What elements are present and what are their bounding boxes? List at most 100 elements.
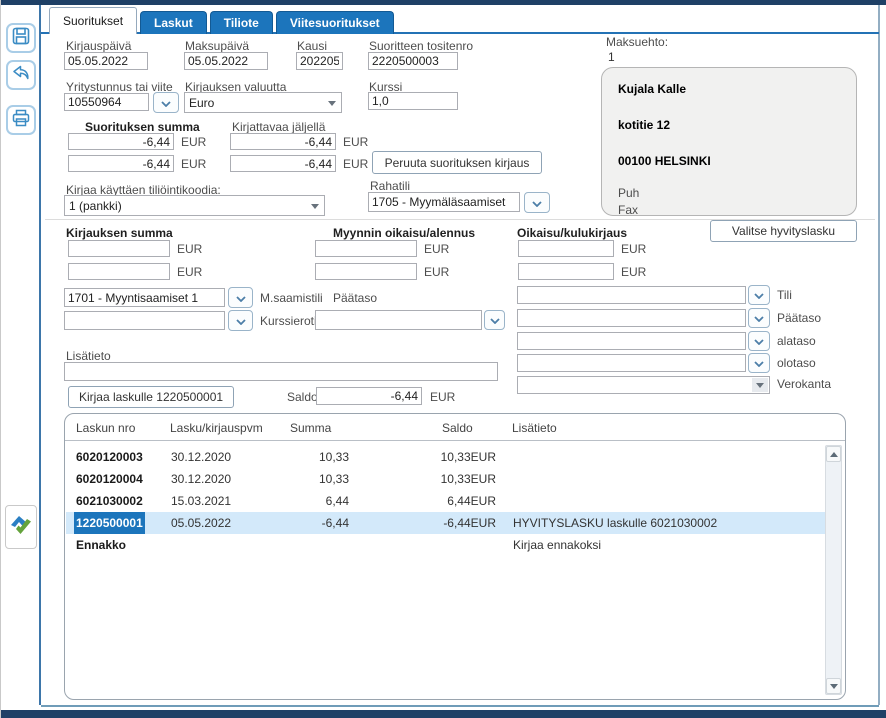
tab-viitesuoritukset[interactable]: Viitesuoritukset — [276, 11, 394, 34]
msaamistili-dropdown-button[interactable] — [228, 287, 253, 308]
table-row-ennakko[interactable]: Ennakko Kirjaa ennakoksi — [66, 534, 826, 556]
tiliointikoodi-value: 1 (pankki) — [69, 199, 122, 213]
oikaisu-input-2[interactable] — [518, 263, 614, 280]
app-logo-icon — [7, 511, 35, 544]
kurssierotili-label: Kurssierotili — [260, 314, 322, 328]
rahatili-dropdown-button[interactable] — [524, 192, 550, 213]
kirjattavaa-input-2[interactable] — [230, 155, 336, 172]
tili-dropdown-button[interactable] — [748, 285, 770, 305]
oikaisu-input-1[interactable] — [518, 240, 614, 257]
tiliointikoodi-select[interactable]: 1 (pankki) — [64, 195, 325, 216]
scroll-up-button[interactable] — [826, 446, 841, 462]
verokanta-select[interactable] — [517, 376, 770, 394]
paataso-right-input[interactable] — [517, 309, 746, 327]
chevron-down-icon — [754, 332, 764, 350]
cell-sum: -6,44 — [281, 512, 349, 534]
col-header-saldo[interactable]: Saldo — [442, 421, 473, 435]
maksupaiva-input[interactable] — [184, 52, 268, 70]
save-button[interactable] — [6, 23, 36, 53]
window-top-bar — [1, 0, 886, 5]
kausi-input[interactable] — [296, 52, 343, 70]
print-button[interactable] — [6, 105, 36, 135]
paataso-mid-input[interactable] — [315, 310, 482, 330]
yritystunnus-dropdown-button[interactable] — [153, 92, 179, 113]
kirjauspaiva-input[interactable] — [64, 52, 148, 70]
msaamistili-input[interactable] — [64, 288, 225, 307]
scroll-down-button[interactable] — [826, 678, 841, 694]
dropdown-arrow-icon — [756, 383, 764, 388]
lisatieto-input[interactable] — [64, 362, 498, 381]
sidebar-divider — [39, 5, 41, 705]
olotaso-input[interactable] — [517, 354, 746, 372]
currency-label: EUR — [424, 265, 449, 279]
undo-button[interactable] — [6, 60, 36, 90]
peruuta-suorituksen-kirjaus-button[interactable]: Peruuta suorituksen kirjaus — [372, 151, 542, 174]
paataso-right-dropdown-button[interactable] — [748, 308, 770, 328]
tab-laskut[interactable]: Laskut — [140, 11, 207, 34]
col-header-pvm[interactable]: Lasku/kirjauspvm — [170, 421, 263, 435]
app-logo-button[interactable] — [5, 505, 37, 549]
cell-invoice-number: 6021030002 — [76, 490, 168, 512]
verokanta-label: Verokanta — [777, 377, 831, 391]
customer-name: Kujala Kalle — [618, 82, 840, 96]
myynnin-oikaisu-input-1[interactable] — [315, 240, 417, 257]
olotaso-dropdown-button[interactable] — [748, 353, 770, 373]
currency-label: EUR — [430, 390, 455, 404]
chevron-down-icon — [754, 354, 764, 372]
cell-balance: 10,33EUR — [416, 446, 496, 468]
yritystunnus-input[interactable] — [64, 93, 149, 111]
kurssierotili-input[interactable] — [64, 311, 225, 330]
msaamistili-label: M.saamistili — [260, 291, 323, 305]
tili-label: Tili — [777, 288, 792, 302]
save-icon — [11, 26, 31, 51]
paataso-mid-dropdown-button[interactable] — [484, 310, 505, 330]
invoice-table: Laskun nro Lasku/kirjauspvm Summa Saldo … — [64, 413, 846, 700]
kirjaa-laskulle-button[interactable]: Kirjaa laskulle 1220500001 — [68, 386, 234, 408]
tositenro-input[interactable] — [368, 52, 458, 70]
cell-date: 15.03.2021 — [171, 490, 231, 512]
customer-address-card: Kujala Kalle kotitie 12 00100 HELSINKI P… — [601, 67, 857, 216]
customer-street: kotitie 12 — [618, 118, 840, 132]
kurssierotili-dropdown-button[interactable] — [228, 310, 253, 331]
dropdown-arrow-icon — [328, 101, 336, 106]
kurssi-input[interactable] — [368, 92, 458, 110]
cell-date: 05.05.2022 — [171, 512, 231, 534]
kirjattavaa-input-1[interactable] — [230, 133, 336, 150]
lisatieto-label: Lisätieto — [66, 349, 111, 363]
kirjauksen-summa-input-1[interactable] — [68, 240, 170, 257]
valitse-hyvityslasku-button[interactable]: Valitse hyvityslasku — [710, 220, 857, 242]
table-row-selected[interactable]: 1220500001 05.05.2022 -6,44 -6,44EUR HYV… — [66, 512, 826, 534]
kirjauksen-summa-input-2[interactable] — [68, 263, 170, 280]
maksuehto-label: Maksuehto: — [606, 35, 668, 49]
table-row[interactable]: 6020120004 30.12.2020 10,33 10,33EUR — [66, 468, 826, 490]
currency-label: EUR — [343, 157, 368, 171]
window-bottom-line — [41, 705, 879, 707]
col-header-summa[interactable]: Summa — [290, 421, 331, 435]
col-header-laskun-nro[interactable]: Laskun nro — [76, 421, 135, 435]
saldo-label: Saldo — [287, 390, 318, 404]
suorituksen-summa-input-1[interactable] — [68, 133, 174, 150]
saldo-input[interactable] — [316, 387, 422, 405]
suorituksen-summa-input-2[interactable] — [68, 155, 174, 172]
rahatili-input[interactable] — [368, 192, 520, 212]
suorituksen-summa-label: Suorituksen summa — [85, 120, 200, 134]
table-row[interactable]: 6021030002 15.03.2021 6,44 6,44EUR — [66, 490, 826, 512]
window-right-border — [878, 5, 880, 705]
chevron-down-icon — [754, 286, 764, 304]
myynnin-oikaisu-input-2[interactable] — [315, 263, 417, 280]
tab-suoritukset[interactable]: Suoritukset — [49, 7, 137, 34]
currency-label: EUR — [181, 157, 206, 171]
table-scrollbar[interactable] — [825, 445, 842, 695]
col-header-lisatieto[interactable]: Lisätieto — [512, 421, 557, 435]
table-row[interactable]: 6020120003 30.12.2020 10,33 10,33EUR — [66, 446, 826, 468]
alataso-dropdown-button[interactable] — [748, 331, 770, 351]
tili-input[interactable] — [517, 286, 746, 304]
valuutta-select[interactable]: Euro — [184, 92, 342, 113]
cell-sum: 10,33 — [281, 468, 349, 490]
currency-label: EUR — [177, 242, 202, 256]
chevron-down-icon — [490, 311, 500, 329]
alataso-input[interactable] — [517, 332, 746, 350]
tab-tiliote[interactable]: Tiliote — [210, 11, 273, 34]
currency-label: EUR — [177, 265, 202, 279]
maksupaiva-label: Maksupäivä — [185, 39, 249, 53]
